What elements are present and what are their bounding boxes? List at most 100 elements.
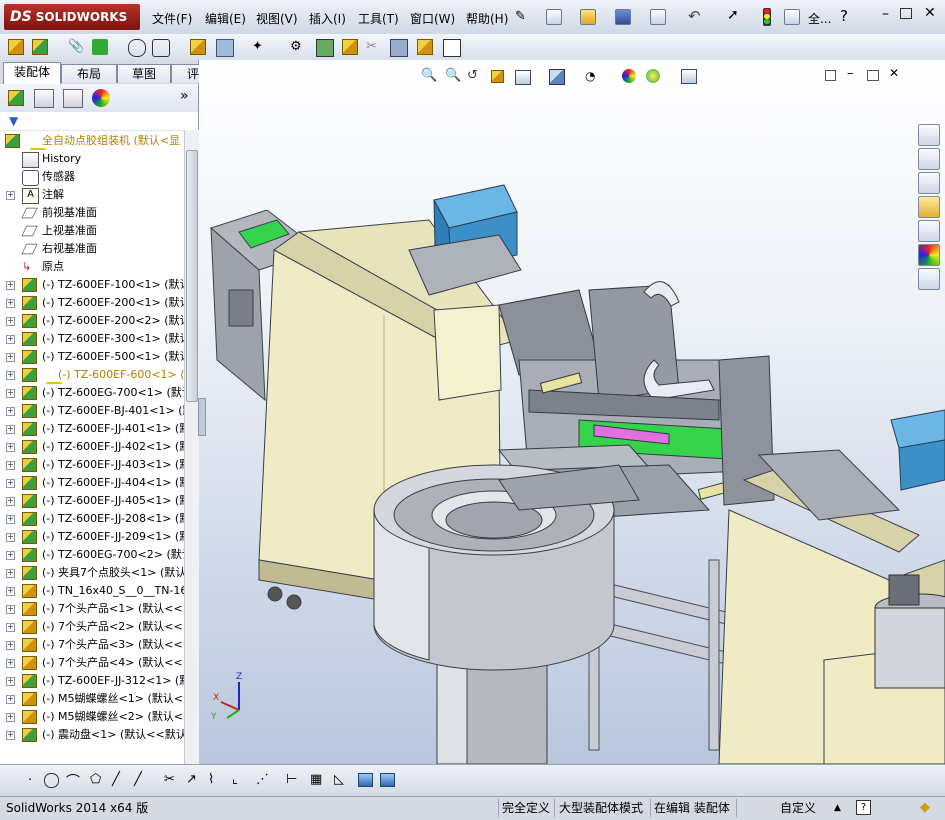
tree-item[interactable]: + (-) TZ-600EF-300<1> (默认< bbox=[0, 330, 184, 348]
tree-item[interactable]: + (-) 7个头产品<3> (默认<< bbox=[0, 636, 184, 654]
explode-line-sketch-icon[interactable]: ✂ bbox=[366, 39, 382, 55]
line-icon[interactable]: ╱ bbox=[112, 772, 120, 787]
display-manager-tab-icon[interactable] bbox=[92, 89, 110, 107]
tree-item[interactable]: + (-) TZ-600EF-600<1> (默 bbox=[0, 366, 184, 384]
instant3d-icon[interactable] bbox=[390, 39, 408, 57]
point-icon[interactable]: · bbox=[28, 773, 32, 788]
configuration-manager-tab-icon[interactable] bbox=[63, 89, 83, 108]
save-icon[interactable] bbox=[615, 9, 631, 25]
trim-icon[interactable]: ✂ bbox=[164, 772, 175, 787]
insert-component-icon[interactable] bbox=[32, 39, 48, 55]
home-icon[interactable] bbox=[918, 148, 940, 170]
rapid-sketch-icon[interactable] bbox=[358, 773, 373, 787]
arc-icon[interactable]: ⌒ bbox=[66, 771, 80, 791]
tree-item[interactable]: History bbox=[0, 150, 184, 168]
expand-toggle-icon[interactable]: + bbox=[6, 605, 15, 614]
bill-of-materials-icon[interactable] bbox=[316, 39, 334, 57]
appearances-icon[interactable] bbox=[918, 244, 940, 266]
expand-toggle-icon[interactable]: + bbox=[6, 641, 15, 650]
menu-insert[interactable]: 插入(I) bbox=[309, 10, 346, 27]
exploded-view-icon[interactable] bbox=[342, 39, 358, 55]
units-arrow-icon[interactable]: ▲ bbox=[834, 800, 841, 816]
minimize-icon[interactable]: – bbox=[882, 6, 889, 22]
solidworks-logo[interactable]: DS SOLIDWORKS bbox=[4, 4, 140, 30]
tree-item[interactable]: + (-) TN_16x40_S__0__TN-16x bbox=[0, 582, 184, 600]
expand-toggle-icon[interactable]: + bbox=[6, 335, 15, 344]
tree-item[interactable]: + (-) TZ-600EF-200<2> (默认< bbox=[0, 312, 184, 330]
tree-item[interactable]: + (-) TZ-600EF-JJ-405<1> (默 bbox=[0, 492, 184, 510]
tree-item[interactable]: + (-) TZ-600EF-JJ-402<1> (默 bbox=[0, 438, 184, 456]
tree-item[interactable]: + (-) TZ-600EF-JJ-312<1> (默 bbox=[0, 672, 184, 690]
help-status-icon[interactable]: ? bbox=[856, 800, 871, 815]
tree-root[interactable]: 全自动点胶组装机 (默认<显 bbox=[0, 132, 184, 150]
extend-icon[interactable]: ↗ bbox=[186, 772, 197, 787]
tree-item[interactable]: + (-) M5蝴蝶螺丝<2> (默认< bbox=[0, 708, 184, 726]
help-icon[interactable]: ? bbox=[840, 7, 848, 25]
file-properties-icon[interactable] bbox=[784, 9, 800, 25]
expand-toggle-icon[interactable]: + bbox=[6, 191, 15, 200]
expand-toggle-icon[interactable]: + bbox=[6, 479, 15, 488]
tree-item[interactable]: 传感器 bbox=[0, 168, 184, 186]
reference-geometry-icon[interactable]: ✦ bbox=[252, 39, 268, 55]
expand-toggle-icon[interactable]: + bbox=[6, 299, 15, 308]
rebuild-traffic-light-icon[interactable] bbox=[763, 8, 771, 26]
expand-toggle-icon[interactable]: + bbox=[6, 677, 15, 686]
tree-item[interactable]: + A 注解 bbox=[0, 186, 184, 204]
tree-item[interactable]: + (-) TZ-600EG-700<1> (默认 bbox=[0, 384, 184, 402]
menu-tools[interactable]: 工具(T) bbox=[358, 10, 399, 27]
solidworks-resources-icon[interactable] bbox=[918, 124, 940, 146]
tag-icon[interactable]: ◆ bbox=[920, 800, 930, 816]
mate-icon[interactable]: 📎 bbox=[68, 39, 84, 55]
centerline-icon[interactable]: ╱ bbox=[134, 772, 142, 787]
tree-item[interactable]: + (-) 夹具7个点胶头<1> (默认 bbox=[0, 564, 184, 582]
expand-toggle-icon[interactable]: + bbox=[6, 731, 15, 740]
dimension-icon[interactable]: ⊢ bbox=[286, 772, 297, 787]
tab-layout[interactable]: 布局 bbox=[61, 64, 117, 83]
tree-item[interactable]: + (-) TZ-600EF-JJ-404<1> (默 bbox=[0, 474, 184, 492]
expand-toggle-icon[interactable]: + bbox=[6, 587, 15, 596]
assembly-model-render[interactable] bbox=[199, 60, 945, 764]
filter-icon[interactable]: ▼ bbox=[9, 114, 18, 128]
status-units[interactable]: 自定义 bbox=[780, 800, 816, 816]
tree-item[interactable]: + (-) 震动盘<1> (默认<<默认 bbox=[0, 726, 184, 744]
assembly-features-icon[interactable] bbox=[216, 39, 234, 57]
expand-toggle-icon[interactable]: + bbox=[6, 623, 15, 632]
polygon-icon[interactable]: ⬠ bbox=[90, 772, 101, 787]
mirror-icon[interactable]: ⋰ bbox=[256, 772, 269, 787]
take-snapshot-icon[interactable] bbox=[443, 39, 461, 57]
expand-toggle-icon[interactable]: + bbox=[6, 425, 15, 434]
expand-toggle-icon[interactable]: + bbox=[6, 569, 15, 578]
view-palette-icon[interactable] bbox=[918, 220, 940, 242]
tree-item[interactable]: + (-) 7个头产品<4> (默认<< bbox=[0, 654, 184, 672]
expand-toggle-icon[interactable]: + bbox=[6, 443, 15, 452]
tree-item[interactable]: + (-) TZ-600EF-500<1> (默认< bbox=[0, 348, 184, 366]
menu-view[interactable]: 视图(V) bbox=[256, 10, 298, 27]
expand-toggle-icon[interactable]: + bbox=[6, 317, 15, 326]
expand-toggle-icon[interactable]: + bbox=[6, 371, 15, 380]
expand-toggle-icon[interactable]: + bbox=[6, 551, 15, 560]
expand-toggle-icon[interactable]: + bbox=[6, 281, 15, 290]
tree-item[interactable]: + (-) TZ-600EG-700<2> (默认 bbox=[0, 546, 184, 564]
menu-help[interactable]: 帮助(H) bbox=[466, 10, 508, 27]
menu-window[interactable]: 窗口(W) bbox=[410, 10, 455, 27]
design-library-icon[interactable] bbox=[918, 172, 940, 194]
tree-item[interactable]: + (-) TZ-600EF-JJ-403<1> (默 bbox=[0, 456, 184, 474]
expand-toggle-icon[interactable]: + bbox=[6, 515, 15, 524]
show-hidden-icon[interactable] bbox=[190, 39, 206, 55]
expand-toggle-icon[interactable]: + bbox=[6, 533, 15, 542]
circle-icon[interactable] bbox=[44, 773, 59, 788]
maximize-icon[interactable] bbox=[900, 8, 912, 19]
feature-manager-tab-icon[interactable] bbox=[8, 90, 24, 106]
expand-toggle-icon[interactable]: + bbox=[6, 497, 15, 506]
smart-fasteners-icon[interactable] bbox=[128, 39, 146, 57]
new-motion-study-icon[interactable]: ⚙ bbox=[290, 39, 306, 55]
sketch-table-icon[interactable] bbox=[380, 773, 395, 787]
expand-panel-icon[interactable]: » bbox=[180, 88, 189, 104]
tree-item[interactable]: + (-) TZ-600EF-JJ-209<1> (默 bbox=[0, 528, 184, 546]
expand-toggle-icon[interactable]: + bbox=[6, 353, 15, 362]
tree-item[interactable]: + (-) TZ-600EF-BJ-401<1> (默 bbox=[0, 402, 184, 420]
property-manager-tab-icon[interactable] bbox=[34, 89, 54, 108]
expand-toggle-icon[interactable]: + bbox=[6, 389, 15, 398]
offset-icon[interactable]: ⌇ bbox=[208, 772, 214, 787]
file-explorer-icon[interactable] bbox=[918, 196, 940, 218]
